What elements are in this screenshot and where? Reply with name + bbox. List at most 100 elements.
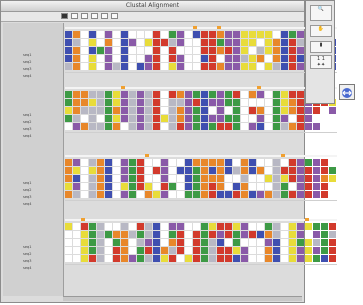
residue-cell[interactable] — [297, 99, 304, 106]
residue-cell[interactable] — [233, 247, 240, 254]
residue-cell[interactable] — [249, 63, 256, 70]
residue-cell[interactable] — [257, 183, 264, 190]
residue-cell[interactable] — [113, 247, 120, 254]
residue-cell[interactable] — [193, 255, 200, 262]
sequence-name[interactable]: seq2 — [23, 120, 31, 124]
residue-cell[interactable] — [65, 99, 72, 106]
residue-cell[interactable] — [281, 223, 288, 230]
residue-cell[interactable] — [153, 55, 160, 62]
residue-cell[interactable] — [257, 167, 264, 174]
residue-cell[interactable] — [241, 115, 248, 122]
residue-cell[interactable] — [89, 191, 96, 198]
residue-cell[interactable] — [265, 39, 272, 46]
residue-cell[interactable] — [65, 255, 72, 262]
residue-cell[interactable] — [297, 175, 304, 182]
residue-cell[interactable] — [193, 175, 200, 182]
residue-cell[interactable] — [201, 39, 208, 46]
residue-cell[interactable] — [209, 63, 216, 70]
residue-cell[interactable] — [297, 31, 304, 38]
residue-cell[interactable] — [73, 115, 80, 122]
residue-cell[interactable] — [177, 63, 184, 70]
residue-cell[interactable] — [257, 31, 264, 38]
residue-cell[interactable] — [105, 239, 112, 246]
residue-cell[interactable] — [321, 191, 328, 198]
residue-cell[interactable] — [65, 55, 72, 62]
residue-cell[interactable] — [193, 123, 200, 130]
residue-cell[interactable] — [289, 99, 296, 106]
residue-cell[interactable] — [185, 39, 192, 46]
residue-cell[interactable] — [169, 167, 176, 174]
residue-cell[interactable] — [161, 183, 168, 190]
residue-cell[interactable] — [225, 99, 232, 106]
residue-cell[interactable] — [129, 191, 136, 198]
sequence-name[interactable]: seq1 — [23, 53, 31, 57]
residue-cell[interactable] — [305, 247, 312, 254]
residue-cell[interactable] — [185, 231, 192, 238]
residue-cell[interactable] — [241, 99, 248, 106]
residue-cell[interactable] — [129, 107, 136, 114]
residue-cell[interactable] — [121, 175, 128, 182]
residue-cell[interactable] — [297, 191, 304, 198]
residue-cell[interactable] — [241, 167, 248, 174]
residue-cell[interactable] — [137, 31, 144, 38]
residue-cell[interactable] — [201, 31, 208, 38]
residue-cell[interactable] — [81, 231, 88, 238]
residue-cell[interactable] — [249, 247, 256, 254]
residue-cell[interactable] — [273, 91, 280, 98]
residue-cell[interactable] — [265, 183, 272, 190]
residue-cell[interactable] — [113, 159, 120, 166]
residue-cell[interactable] — [225, 167, 232, 174]
residue-cell[interactable] — [145, 183, 152, 190]
residue-cell[interactable] — [209, 47, 216, 54]
residue-cell[interactable] — [97, 191, 104, 198]
residue-cell[interactable] — [145, 55, 152, 62]
residue-cell[interactable] — [97, 183, 104, 190]
residue-cell[interactable] — [65, 47, 72, 54]
residue-cell[interactable] — [129, 123, 136, 130]
residue-cell[interactable] — [209, 55, 216, 62]
residue-cell[interactable] — [209, 223, 216, 230]
residue-cell[interactable] — [281, 255, 288, 262]
residue-cell[interactable] — [161, 159, 168, 166]
residue-cell[interactable] — [193, 47, 200, 54]
residue-cell[interactable] — [297, 159, 304, 166]
residue-cell[interactable] — [233, 175, 240, 182]
residue-cell[interactable] — [177, 91, 184, 98]
residue-cell[interactable] — [313, 115, 320, 122]
residue-cell[interactable] — [177, 99, 184, 106]
save-icon[interactable] — [111, 13, 118, 19]
residue-cell[interactable] — [257, 231, 264, 238]
residue-cell[interactable] — [281, 115, 288, 122]
residue-cell[interactable] — [273, 123, 280, 130]
residue-cell[interactable] — [289, 91, 296, 98]
residue-cell[interactable] — [209, 183, 216, 190]
residue-cell[interactable] — [169, 239, 176, 246]
residue-cell[interactable] — [169, 63, 176, 70]
residue-cell[interactable] — [81, 255, 88, 262]
residue-cell[interactable] — [161, 63, 168, 70]
residue-cell[interactable] — [289, 231, 296, 238]
residue-cell[interactable] — [249, 115, 256, 122]
residue-cell[interactable] — [73, 167, 80, 174]
residue-cell[interactable] — [81, 31, 88, 38]
residue-cell[interactable] — [81, 167, 88, 174]
residue-cell[interactable] — [329, 123, 336, 130]
residue-cell[interactable] — [225, 63, 232, 70]
residue-cell[interactable] — [305, 231, 312, 238]
residue-cell[interactable] — [273, 183, 280, 190]
residue-cell[interactable] — [241, 239, 248, 246]
residue-cell[interactable] — [225, 255, 232, 262]
residue-cell[interactable] — [129, 175, 136, 182]
residue-cell[interactable] — [161, 167, 168, 174]
residue-cell[interactable] — [177, 175, 184, 182]
residue-cell[interactable] — [169, 123, 176, 130]
residue-cell[interactable] — [265, 31, 272, 38]
residue-cell[interactable] — [201, 55, 208, 62]
residue-cell[interactable] — [241, 175, 248, 182]
residue-cell[interactable] — [185, 63, 192, 70]
residue-cell[interactable] — [289, 31, 296, 38]
residue-cell[interactable] — [89, 123, 96, 130]
residue-cell[interactable] — [233, 31, 240, 38]
residue-cell[interactable] — [193, 39, 200, 46]
sequence-name[interactable]: seq3 — [23, 127, 31, 131]
